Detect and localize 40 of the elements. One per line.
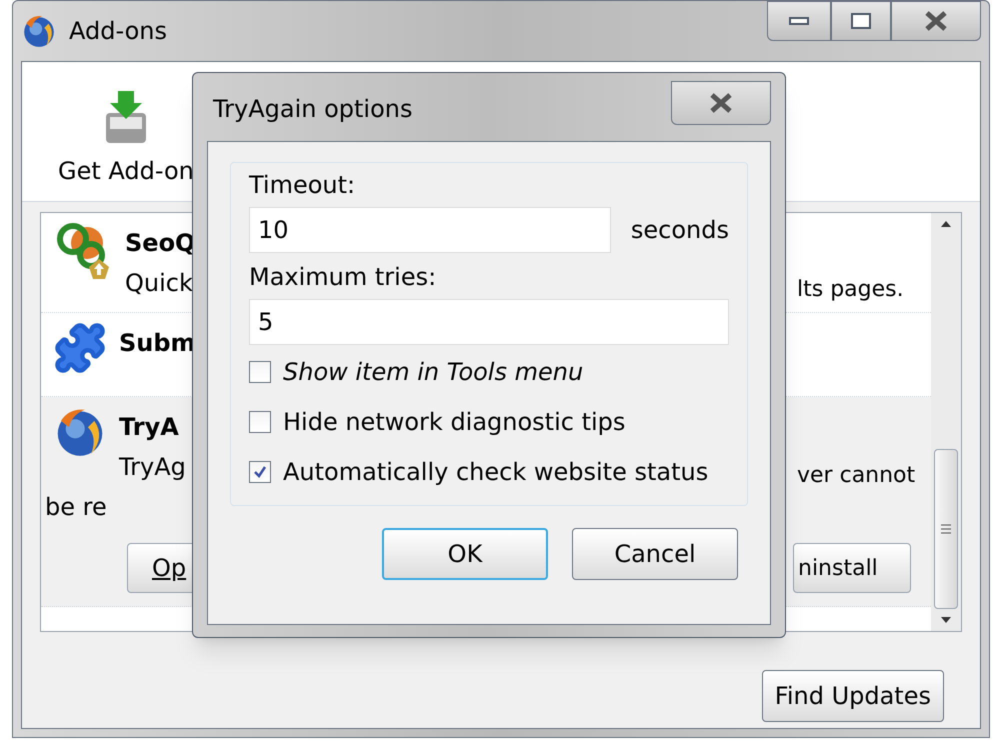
addon-description: be re [45,492,108,523]
puzzle-icon [53,321,107,375]
timeout-label: Timeout: [249,170,356,201]
download-tray-icon [104,89,148,145]
checkbox[interactable] [249,361,271,383]
uninstall-button[interactable]: ninstall [793,543,911,593]
checkbox-label: Automatically check website status [283,457,708,488]
close-button[interactable] [671,81,771,125]
tries-field[interactable]: 5 [249,299,729,345]
addon-description: Quick [124,268,194,299]
addon-name: TryA [119,412,180,443]
addon-description: TryAg [118,452,187,483]
scroll-down-icon[interactable] [941,617,951,623]
timeout-field[interactable]: 10 [249,207,611,253]
cancel-button[interactable]: Cancel [572,528,738,580]
checkmark-icon [252,464,268,480]
checkbox[interactable] [249,461,271,483]
scrollbar[interactable] [931,213,961,631]
checkbox[interactable] [249,411,271,433]
timeout-unit: seconds [630,215,729,246]
tries-label: Maximum tries: [249,262,438,293]
close-button[interactable] [891,1,981,41]
dialog-title: TryAgain options [213,94,412,125]
addon-description: ver cannot [797,462,916,490]
toolbar-tab[interactable]: Get Add-on [58,89,194,189]
close-icon [923,11,949,31]
find-updates-button[interactable]: Find Updates [762,670,944,722]
close-icon [708,93,734,113]
addon-name: SeoQ [125,228,196,259]
maximize-button[interactable] [831,1,891,41]
minimize-button[interactable] [767,1,831,41]
checkbox-label: Hide network diagnostic tips [283,407,626,438]
firefox-logo-icon [21,13,57,49]
addon-description: lts pages. [797,276,904,304]
window-title: Add-ons [69,16,167,47]
ok-button[interactable]: OK [382,528,548,580]
checkbox-label: Show item in Tools menu [283,357,584,388]
grip-icon [941,523,951,535]
scroll-up-icon[interactable] [941,221,951,227]
addon-name: Subm [119,328,197,359]
